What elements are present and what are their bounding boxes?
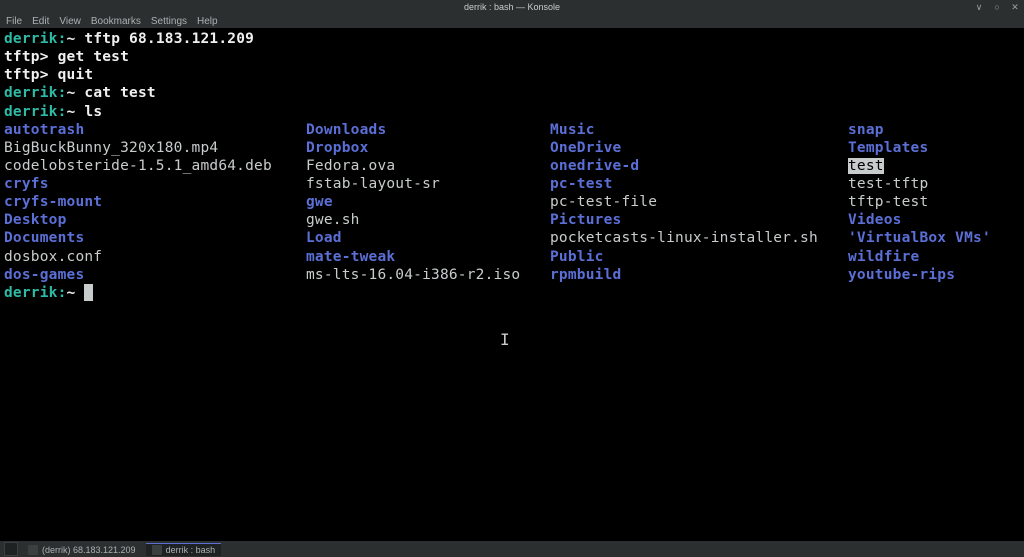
- command-text: quit: [58, 67, 94, 83]
- tftp-prompt: tftp>: [4, 49, 49, 65]
- prompt-colon: :: [58, 31, 67, 47]
- ls-column: Downloads Dropbox Fedora.ova fstab-layout-s…: [306, 121, 550, 284]
- terminal-icon: [28, 545, 38, 555]
- terminal-area[interactable]: derrik:~ tftp 68.183.121.209 tftp> get t…: [0, 28, 1024, 304]
- window-title: derrik : bash — Konsole: [464, 2, 560, 12]
- prompt-colon: :: [58, 85, 67, 101]
- ls-entry: tftp-test: [848, 194, 928, 210]
- ls-column: Music OneDrive onedrive-d pc-test pc-test-fi…: [550, 121, 848, 284]
- terminal-line: derrik:~ ls: [4, 103, 1020, 121]
- taskbar-item-label: derrik : bash: [166, 545, 216, 555]
- ls-entry: cryfs: [4, 176, 49, 192]
- menu-file[interactable]: File: [6, 16, 22, 27]
- ls-entry: Desktop: [4, 212, 67, 228]
- prompt-user: derrik: [4, 85, 58, 101]
- ls-entry: gwe: [306, 194, 333, 210]
- ls-entry: dosbox.conf: [4, 249, 102, 265]
- command-text: ls: [84, 104, 102, 120]
- ls-entry: test-tftp: [848, 176, 928, 192]
- ls-entry: Fedora.ova: [306, 158, 395, 174]
- window-titlebar: derrik : bash — Konsole ∨ ○ ✕: [0, 0, 1024, 14]
- ls-entry: test: [848, 158, 884, 174]
- terminal-icon: [152, 545, 162, 555]
- taskbar: (derrik) 68.183.121.209 derrik : bash: [0, 541, 1024, 557]
- menu-settings[interactable]: Settings: [151, 16, 187, 27]
- terminal-line: derrik:~ cat test: [4, 84, 1020, 102]
- text-cursor-icon: I: [500, 330, 510, 349]
- ls-column: autotrash BigBuckBunny_320x180.mp4codelob…: [4, 121, 306, 284]
- menu-bookmarks[interactable]: Bookmarks: [91, 16, 141, 27]
- ls-entry: OneDrive: [550, 140, 621, 156]
- show-desktop-button[interactable]: [4, 542, 18, 556]
- prompt-user: derrik: [4, 31, 58, 47]
- ls-entry: pocketcasts-linux-installer.sh: [550, 230, 818, 246]
- ls-column: snap Templates test test-tftp tftp-test Video…: [848, 121, 991, 284]
- ls-entry: Music: [550, 122, 595, 138]
- menu-help[interactable]: Help: [197, 16, 218, 27]
- menu-edit[interactable]: Edit: [32, 16, 49, 27]
- ls-entry: 'VirtualBox VMs': [848, 230, 991, 246]
- command-text: tftp 68.183.121.209: [84, 31, 254, 47]
- terminal-line: derrik:~ tftp 68.183.121.209: [4, 30, 1020, 48]
- close-icon[interactable]: ✕: [1010, 2, 1020, 12]
- prompt-colon: :: [58, 104, 67, 120]
- window-controls: ∨ ○ ✕: [974, 2, 1020, 12]
- ls-entry: wildfire: [848, 249, 919, 265]
- ls-entry: Public: [550, 249, 604, 265]
- ls-output: autotrash BigBuckBunny_320x180.mp4codelob…: [4, 121, 1020, 284]
- ls-entry: Downloads: [306, 122, 386, 138]
- ls-entry: BigBuckBunny_320x180.mp4: [4, 140, 218, 156]
- menu-view[interactable]: View: [59, 16, 81, 27]
- ls-entry: gwe.sh: [306, 212, 360, 228]
- ls-entry: pc-test: [550, 176, 613, 192]
- ls-entry: codelobsteride-1.5.1_amd64.deb: [4, 158, 272, 174]
- ls-entry: Pictures: [550, 212, 621, 228]
- tftp-prompt: tftp>: [4, 67, 49, 83]
- ls-entry: rpmbuild: [550, 267, 621, 283]
- ls-entry: snap: [848, 122, 884, 138]
- ls-entry: Load: [306, 230, 342, 246]
- ls-entry: autotrash: [4, 122, 84, 138]
- ls-entry: cryfs-mount: [4, 194, 102, 210]
- ls-entry: dos-games: [4, 267, 84, 283]
- prompt-colon: :: [58, 285, 67, 301]
- terminal-line: derrik:~: [4, 284, 1020, 302]
- minimize-icon[interactable]: ∨: [974, 2, 984, 12]
- ls-entry: onedrive-d: [550, 158, 639, 174]
- command-text: cat test: [84, 85, 155, 101]
- cursor-block: [84, 284, 93, 301]
- ls-entry: mate-tweak: [306, 249, 395, 265]
- ls-entry: youtube-rips: [848, 267, 955, 283]
- prompt-user: derrik: [4, 285, 58, 301]
- taskbar-item[interactable]: derrik : bash: [146, 543, 222, 556]
- menubar: File Edit View Bookmarks Settings Help: [0, 14, 1024, 28]
- ls-entry: pc-test-file: [550, 194, 657, 210]
- ls-entry: Videos: [848, 212, 902, 228]
- ls-entry: Documents: [4, 230, 84, 246]
- terminal-line: tftp> quit: [4, 66, 1020, 84]
- ls-entry: Templates: [848, 140, 928, 156]
- ls-entry: fstab-layout-sr: [306, 176, 440, 192]
- ls-entry: Dropbox: [306, 140, 369, 156]
- terminal-line: tftp> get test: [4, 48, 1020, 66]
- maximize-icon[interactable]: ○: [992, 2, 1002, 12]
- ls-entry: ms-lts-16.04-i386-r2.iso: [306, 267, 520, 283]
- taskbar-item[interactable]: (derrik) 68.183.121.209: [22, 543, 142, 556]
- taskbar-item-label: (derrik) 68.183.121.209: [42, 545, 136, 555]
- prompt-user: derrik: [4, 104, 58, 120]
- command-text: get test: [58, 49, 129, 65]
